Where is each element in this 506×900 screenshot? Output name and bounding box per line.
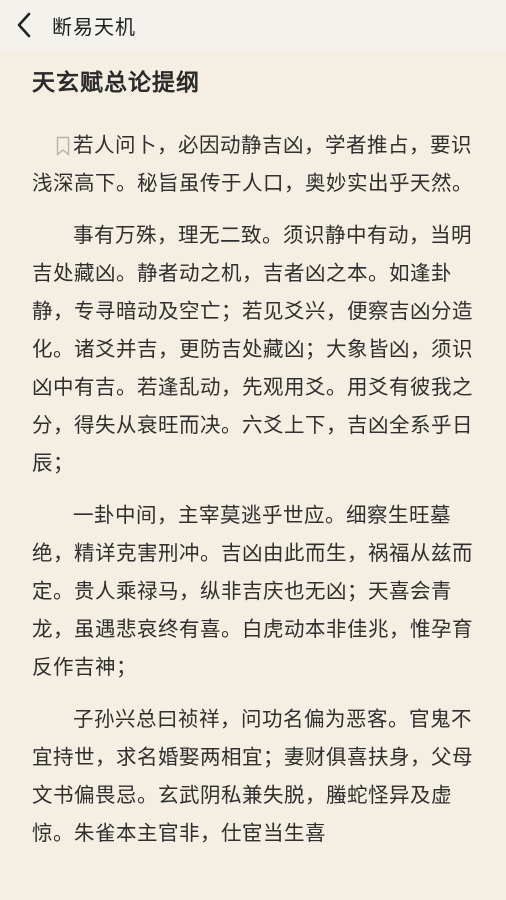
back-button[interactable] [16, 5, 44, 45]
chapter-title: 天玄赋总论提纲 [32, 70, 200, 96]
paragraph-1: 若人问卜，必因动静吉凶，学者推占，要识浅深高下。秘旨虽传于人口，奥妙实出乎天然。 [32, 126, 484, 202]
paragraph-text: 子孙兴总曰祯祥，问功名偏为恶客。官鬼不宜持世，求名婚娶两相宜；妻财俱喜扶身，父母… [32, 707, 473, 845]
paragraph-3: 一卦中间，主宰莫逃乎世应。细察生旺墓绝，精详克害刑冲。吉凶由此而生，祸福从兹而定… [32, 496, 484, 686]
paragraph-2: 事有万殊，理无二致。须识静中有动，当明吉处藏凶。静者动之机，吉者凶之本。如逢卦静… [32, 216, 484, 482]
bookmark-icon[interactable] [56, 136, 70, 156]
paragraph-text: 若人问卜，必因动静吉凶，学者推占，要识浅深高下。秘旨虽传于人口，奥妙实出乎天然。 [32, 133, 473, 195]
app-title: 断易天机 [52, 14, 136, 39]
top-bar: 断易天机 [0, 0, 506, 50]
paragraph-text: 一卦中间，主宰莫逃乎世应。细察生旺墓绝，精详克害刑冲。吉凶由此而生，祸福从兹而定… [32, 503, 473, 679]
paragraph-4: 子孙兴总曰祯祥，问功名偏为恶客。官鬼不宜持世，求名婚娶两相宜；妻财俱喜扶身，父母… [32, 700, 484, 852]
reader-content[interactable]: 天玄赋总论提纲 若人问卜，必因动静吉凶，学者推占，要识浅深高下。秘旨虽传于人口，… [0, 50, 506, 900]
chevron-left-icon [17, 12, 31, 38]
paragraph-text: 事有万殊，理无二致。须识静中有动，当明吉处藏凶。静者动之机，吉者凶之本。如逢卦静… [32, 223, 473, 475]
